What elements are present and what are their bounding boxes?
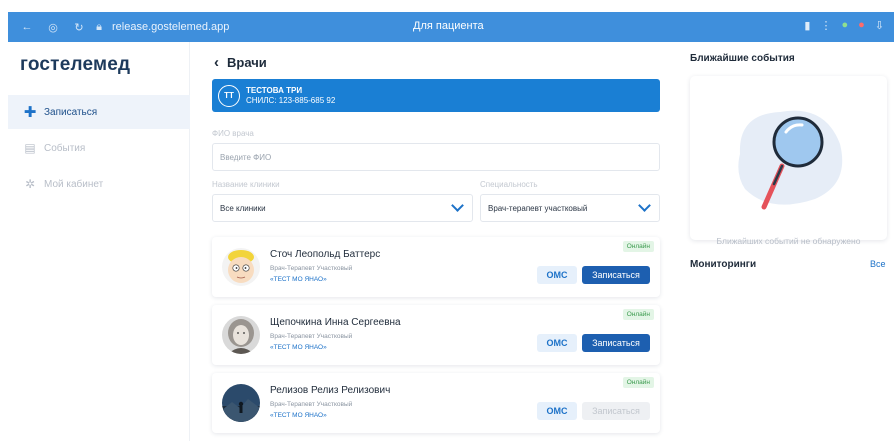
- oms-button[interactable]: ОМС: [537, 402, 577, 420]
- doctor-name: Сточ Леопольд Баттерс: [270, 249, 381, 260]
- status-badge: Онлайн: [622, 241, 654, 252]
- browser-extensions: ▮ ⋮ ● ● ⇩: [804, 19, 884, 32]
- monitoring-all-link[interactable]: Все: [870, 259, 886, 269]
- doctor-name: Релизов Релиз Релизович: [270, 385, 391, 396]
- book-button[interactable]: Записаться: [582, 402, 650, 420]
- clinic-select-value: Все клиники: [220, 203, 266, 213]
- sidebar-item-cabinet[interactable]: ✲ Мой кабинет: [8, 167, 190, 201]
- patient-snils: СНИЛС: 123-885-685 92: [246, 96, 336, 105]
- page-title: Врачи: [227, 55, 267, 70]
- gear-icon: ✲: [24, 177, 36, 191]
- doctor-organization[interactable]: «ТЕСТ МО ЯНАО»: [270, 344, 327, 351]
- magnifier-illustration: [738, 110, 843, 210]
- patient-name: ТЕСТОВА ТРИ: [246, 86, 303, 95]
- reload-icon[interactable]: ↻: [72, 20, 86, 34]
- clinic-label: Название клиники: [212, 180, 280, 189]
- doctor-card[interactable]: Сточ Леопольд Баттерс Врач-Терапевт Учас…: [212, 237, 660, 297]
- lock-icon: 🔒︎: [96, 20, 102, 33]
- events-title: Ближайшие события: [690, 53, 795, 64]
- oms-button[interactable]: ОМС: [537, 334, 577, 352]
- status-badge: Онлайн: [622, 309, 654, 320]
- events-card: Ближайших событий не обнаружено: [690, 76, 887, 246]
- address-bar[interactable]: release.gostelemed.app: [112, 21, 229, 33]
- main-content: ‹ Врачи ТТ ТЕСТОВА ТРИ СНИЛС: 123-885-68…: [210, 42, 665, 441]
- doctor-organization[interactable]: «ТЕСТ МО ЯНАО»: [270, 412, 327, 419]
- chevron-left-icon: ‹: [214, 54, 219, 71]
- doctor-card[interactable]: Щепочкина Инна Сергеевна Врач-Терапевт У…: [212, 305, 660, 365]
- no-events-text: Ближайших событий не обнаружено: [716, 236, 861, 246]
- right-panel: Ближайшие события Ближайших событий не о…: [690, 42, 894, 441]
- calendar-icon: ▤: [24, 141, 36, 155]
- download-icon[interactable]: ⇩: [875, 19, 884, 32]
- plus-icon: ✚: [23, 104, 37, 121]
- patient-banner[interactable]: ТТ ТЕСТОВА ТРИ СНИЛС: 123-885-685 92: [212, 79, 660, 112]
- specialty-label: Специальность: [480, 180, 538, 189]
- app-frame: ← ◎ ↻ 🔒︎ release.gostelemed.app Для паци…: [0, 0, 894, 441]
- doctor-specialty: Врач-Терапевт Участковый: [270, 333, 353, 340]
- logo[interactable]: гостелемед: [20, 54, 130, 76]
- sidebar: гостелемед ✚ Записаться ▤ События ✲ Мой …: [8, 42, 190, 441]
- doctor-organization[interactable]: «ТЕСТ МО ЯНАО»: [270, 276, 327, 283]
- doctor-avatar: [222, 316, 260, 354]
- doctor-avatar: [222, 384, 260, 422]
- monitoring-title: Мониторинги: [690, 259, 757, 270]
- shield-extension-icon[interactable]: ●: [841, 19, 848, 32]
- specialty-select[interactable]: Врач-терапевт участковый: [480, 194, 660, 222]
- back-button[interactable]: ‹ Врачи: [214, 54, 267, 71]
- menu-icon[interactable]: ⋮: [820, 19, 831, 32]
- doctor-card[interactable]: Релизов Релиз Релизович Врач-Терапевт Уч…: [212, 373, 660, 433]
- browser-bar: ← ◎ ↻ 🔒︎ release.gostelemed.app Для паци…: [8, 12, 894, 42]
- doctor-name: Щепочкина Инна Сергеевна: [270, 317, 401, 328]
- chevron-down-icon: [451, 199, 464, 212]
- oms-button[interactable]: ОМС: [537, 266, 577, 284]
- back-arrow-icon[interactable]: ←: [20, 20, 34, 34]
- fio-input[interactable]: Введите ФИО: [212, 143, 660, 171]
- sidebar-item-label: Записаться: [44, 106, 98, 118]
- chevron-down-icon: [638, 199, 651, 212]
- status-badge: Онлайн: [622, 377, 654, 388]
- specialty-select-value: Врач-терапевт участковый: [488, 203, 588, 213]
- browser-logo-icon[interactable]: ◎: [46, 20, 60, 34]
- doctor-avatar: [222, 248, 260, 286]
- clinic-select[interactable]: Все клиники: [212, 194, 473, 222]
- bookmark-icon[interactable]: ▮: [804, 19, 810, 32]
- sidebar-item-label: Мой кабинет: [44, 178, 104, 190]
- profile-extension-icon[interactable]: ●: [858, 19, 865, 32]
- doctor-specialty: Врач-Терапевт Участковый: [270, 401, 353, 408]
- book-button[interactable]: Записаться: [582, 334, 650, 352]
- book-button[interactable]: Записаться: [582, 266, 650, 284]
- sidebar-item-events[interactable]: ▤ События: [8, 131, 190, 165]
- tab-title: Для пациента: [413, 20, 484, 32]
- sidebar-item-label: События: [44, 142, 86, 154]
- fio-label: ФИО врача: [212, 129, 254, 138]
- patient-avatar: ТТ: [218, 84, 240, 107]
- sidebar-item-book[interactable]: ✚ Записаться: [8, 95, 190, 129]
- doctor-specialty: Врач-Терапевт Участковый: [270, 265, 353, 272]
